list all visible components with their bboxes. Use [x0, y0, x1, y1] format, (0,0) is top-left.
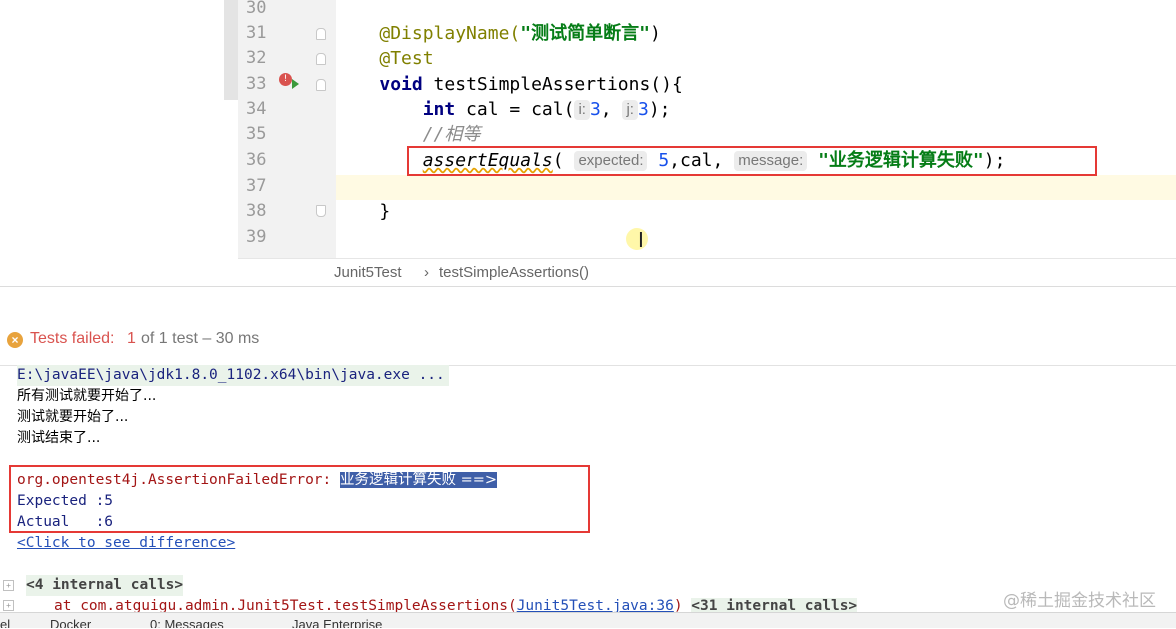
- console-output-line: 测试就要开始了...: [17, 409, 129, 425]
- tab-messages[interactable]: 0: Messages: [150, 617, 224, 628]
- line-number: 30: [246, 0, 267, 18]
- test-failed-marker-icon[interactable]: !: [279, 73, 292, 86]
- line-number: 31: [246, 23, 267, 43]
- expand-icon[interactable]: +: [3, 600, 14, 611]
- fold-open-icon[interactable]: [316, 28, 326, 40]
- code-line-33: void testSimpleAssertions(){: [336, 72, 1176, 97]
- failed-count: 1: [127, 330, 136, 347]
- annotation: @Test: [379, 48, 434, 69]
- closing-brace: }: [379, 201, 391, 222]
- line-number: 35: [246, 124, 267, 144]
- line-number: 34: [246, 99, 267, 119]
- number-literal: 3: [589, 99, 601, 120]
- highlight-box-assert: [407, 146, 1097, 176]
- code-line-31: @DisplayName("测试简单断言"): [336, 21, 1176, 46]
- line-number: 38: [246, 201, 267, 221]
- comment: //相等: [422, 124, 481, 145]
- code-line-35: //相等: [336, 122, 1176, 147]
- code-line-32: @Test: [336, 46, 1176, 71]
- string-literal: "测试简单断言": [520, 23, 650, 44]
- test-failed-icon: ×: [7, 332, 23, 348]
- breadcrumb-separator: ›: [424, 264, 429, 281]
- line-number: 32: [246, 48, 267, 68]
- test-status-bar: × Tests failed: 1 of 1 test – 30 ms: [0, 325, 1176, 353]
- annotation: @DisplayName(: [379, 23, 521, 44]
- text-cursor-icon: I: [638, 228, 644, 252]
- keyword: void: [379, 74, 423, 95]
- code-editor[interactable]: 30 31 32 33 34 35 36 37 38 39 ! @Display…: [0, 0, 1176, 287]
- param-hint-i: i:: [574, 100, 590, 120]
- watermark: @稀土掘金技术社区: [1003, 591, 1156, 611]
- breadcrumb-method[interactable]: testSimpleAssertions(): [439, 264, 589, 281]
- editor-side-strip: [224, 0, 238, 100]
- number-literal: 3: [637, 99, 649, 120]
- fold-open-icon[interactable]: [316, 79, 326, 91]
- expand-icon[interactable]: +: [3, 580, 14, 591]
- internal-calls-4[interactable]: <4 internal calls>: [26, 575, 184, 596]
- line-number: 37: [246, 176, 267, 196]
- code-line-38: }: [336, 199, 1176, 224]
- console-output-line: 测试结束了...: [17, 430, 101, 446]
- line-number: 39: [246, 227, 267, 247]
- highlight-box-error: [9, 465, 590, 533]
- keyword: int: [422, 99, 456, 120]
- tests-failed-label: Tests failed:: [30, 330, 115, 347]
- bottom-tool-tabs: el Docker 0: Messages Java Enterprise: [0, 612, 1176, 628]
- fold-open-icon[interactable]: [316, 53, 326, 65]
- tab-java-enterprise[interactable]: Java Enterprise: [292, 617, 382, 628]
- code-text: ,: [600, 99, 623, 120]
- code-line-34: int cal = cal(i: 3, j: 3);: [336, 97, 1176, 122]
- tests-summary: of 1 test – 30 ms: [141, 330, 260, 347]
- console-output-line: 所有测试就要开始了...: [17, 388, 157, 404]
- paren: ): [649, 23, 661, 44]
- breadcrumb: Junit5Test › testSimpleAssertions(): [238, 258, 1176, 287]
- code-text: cal = cal(: [455, 99, 575, 120]
- breadcrumb-class[interactable]: Junit5Test: [334, 264, 402, 281]
- code-text: );: [648, 99, 671, 120]
- see-difference-link[interactable]: <Click to see difference>: [17, 533, 235, 554]
- param-hint-j: j:: [622, 100, 638, 120]
- method-signature: testSimpleAssertions(){: [422, 74, 683, 95]
- tab-docker[interactable]: Docker: [50, 617, 91, 628]
- run-test-icon[interactable]: [292, 79, 299, 89]
- tab-partial[interactable]: el: [0, 617, 10, 628]
- fold-close-icon[interactable]: [316, 205, 326, 217]
- mouse-highlight: [626, 228, 648, 250]
- current-line-highlight: [336, 175, 1176, 200]
- line-number: 36: [246, 150, 267, 170]
- console-java-command[interactable]: E:\javaEE\java\jdk1.8.0_1102.x64\bin\jav…: [17, 365, 449, 386]
